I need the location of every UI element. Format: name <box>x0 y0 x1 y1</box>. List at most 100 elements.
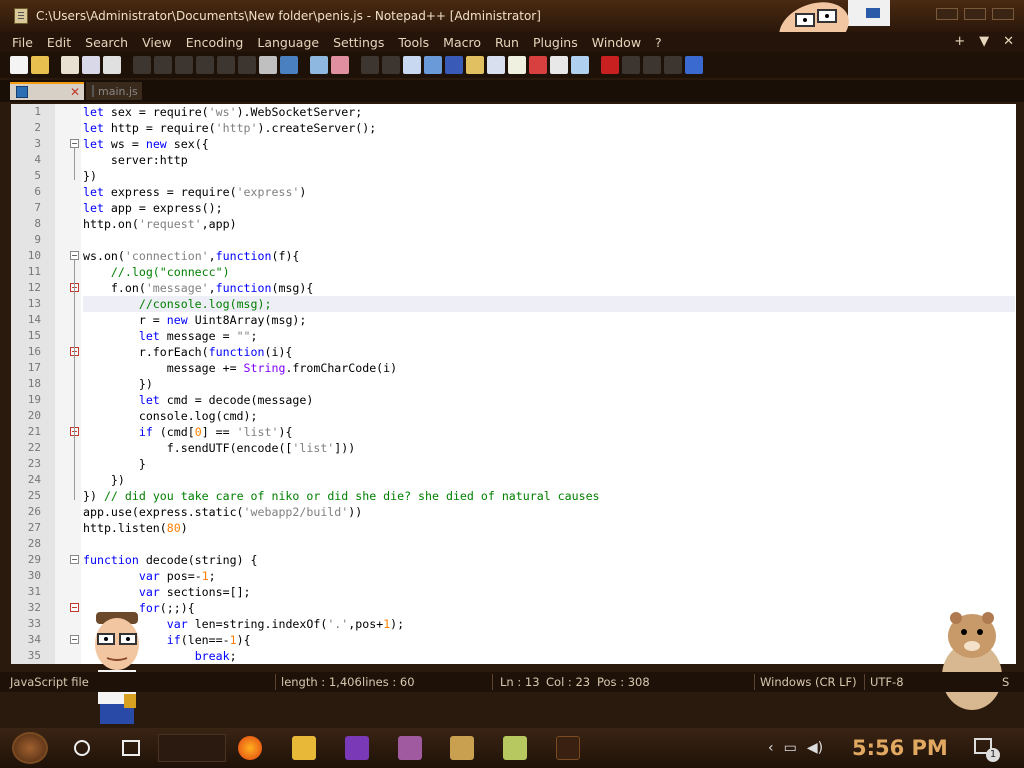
code-line[interactable]: break; <box>83 648 1015 664</box>
file-explorer-icon[interactable] <box>292 736 316 760</box>
code-line[interactable]: if (cmd[0] == 'list'){ <box>83 424 1015 440</box>
code-editor[interactable]: 1 2 3 4 5 6 7 8 9 10 11 12 13 14 15 16 17 18 19 20 21 22 23 24 2… <box>11 104 1016 664</box>
menu-edit[interactable]: Edit <box>47 35 71 50</box>
maximize-button[interactable] <box>964 8 986 20</box>
task-view-icon[interactable] <box>122 740 140 756</box>
replace-icon[interactable] <box>259 56 277 74</box>
menu-search[interactable]: Search <box>85 35 128 50</box>
code-line[interactable]: let sex = require('ws').WebSocketServer; <box>83 104 1015 120</box>
copy-icon[interactable] <box>154 56 172 74</box>
bookmark-icon[interactable] <box>280 56 298 74</box>
code-line[interactable]: }) <box>83 472 1015 488</box>
code-line[interactable] <box>83 536 1015 552</box>
code-line[interactable]: console.log(cmd); <box>83 408 1015 424</box>
code-line[interactable]: let cmd = decode(message) <box>83 392 1015 408</box>
save-macro-icon[interactable] <box>685 56 703 74</box>
fold-toggle-icon[interactable] <box>70 251 79 260</box>
code-line[interactable]: //.log("connecc") <box>83 264 1015 280</box>
code-line[interactable]: var pos=-1; <box>83 568 1015 584</box>
user-language-icon[interactable] <box>466 56 484 74</box>
code-line[interactable]: http.listen(80) <box>83 520 1015 536</box>
new-tab-button[interactable]: + <box>954 34 965 49</box>
media-app-icon[interactable] <box>556 736 580 760</box>
window-controls[interactable] <box>936 8 1014 20</box>
code-line[interactable]: let app = express(); <box>83 200 1015 216</box>
indent-guide-icon[interactable] <box>445 56 463 74</box>
code-line[interactable]: }) <box>83 376 1015 392</box>
clock[interactable]: 5:56 PM <box>852 736 948 760</box>
close-button[interactable] <box>992 8 1014 20</box>
code-line[interactable]: if(len==-1){ <box>83 632 1015 648</box>
tab-penis-js[interactable]: ✕ <box>10 82 84 100</box>
code-line[interactable]: let ws = new sex({ <box>83 136 1015 152</box>
chevron-up-icon[interactable]: ‹ <box>768 740 774 756</box>
code-line[interactable]: for(;;){ <box>83 600 1015 616</box>
tab-main-js[interactable]: main.js <box>86 82 142 100</box>
fold-margin[interactable] <box>55 104 81 664</box>
minimize-button[interactable] <box>936 8 958 20</box>
photo-app-icon[interactable] <box>450 736 474 760</box>
menu-encoding[interactable]: Encoding <box>186 35 244 50</box>
fold-toggle-icon[interactable] <box>70 603 79 612</box>
code-line[interactable] <box>83 232 1015 248</box>
search-box[interactable] <box>158 734 226 762</box>
code-line[interactable]: }) <box>83 168 1015 184</box>
fold-toggle-icon[interactable] <box>70 635 79 644</box>
code-line[interactable]: server:http <box>83 152 1015 168</box>
menu-tools[interactable]: Tools <box>398 35 429 50</box>
code-line[interactable]: let message = ""; <box>83 328 1015 344</box>
volume-icon[interactable]: ◀) <box>807 740 823 756</box>
paste-icon[interactable] <box>175 56 193 74</box>
firefox-icon[interactable] <box>238 736 262 760</box>
code-line[interactable]: ws.on('connection',function(f){ <box>83 248 1015 264</box>
code-line[interactable]: var len=string.indexOf('.',pos+1); <box>83 616 1015 632</box>
tab-list-dropdown[interactable]: ▼ <box>979 34 989 49</box>
document-map-icon[interactable] <box>487 56 505 74</box>
game-app-icon[interactable] <box>398 736 422 760</box>
notepad-plus-plus-taskbar-icon[interactable] <box>503 736 527 760</box>
open-file-icon[interactable] <box>31 56 49 74</box>
code-line[interactable]: http.on('request',app) <box>83 216 1015 232</box>
network-icon[interactable]: ▭ <box>784 740 797 756</box>
menu-help[interactable]: ? <box>655 35 662 50</box>
menu-language[interactable]: Language <box>257 35 319 50</box>
code-line[interactable]: message += String.fromCharCode(i) <box>83 360 1015 376</box>
sync-vertical-icon[interactable] <box>361 56 379 74</box>
word-wrap-icon[interactable] <box>403 56 421 74</box>
monitoring-icon[interactable] <box>571 56 589 74</box>
document-list-icon[interactable] <box>508 56 526 74</box>
fold-toggle-icon[interactable] <box>70 139 79 148</box>
sync-horizontal-icon[interactable] <box>382 56 400 74</box>
code-line[interactable]: r.forEach(function(i){ <box>83 344 1015 360</box>
code-line[interactable]: //console.log(msg); <box>83 296 1015 312</box>
code-line[interactable]: r = new Uint8Array(msg); <box>83 312 1015 328</box>
cut-icon[interactable] <box>133 56 151 74</box>
close-document-button[interactable]: ✕ <box>1003 34 1014 49</box>
code-line[interactable]: f.sendUTF(encode(['list'])) <box>83 440 1015 456</box>
code-line[interactable]: let express = require('express') <box>83 184 1015 200</box>
code-line[interactable]: app.use(express.static('webapp2/build')) <box>83 504 1015 520</box>
undo-icon[interactable] <box>196 56 214 74</box>
code-line[interactable]: var sections=[]; <box>83 584 1015 600</box>
new-file-icon[interactable] <box>10 56 28 74</box>
find-icon[interactable] <box>238 56 256 74</box>
folder-workspace-icon[interactable] <box>550 56 568 74</box>
fold-toggle-icon[interactable] <box>70 555 79 564</box>
visual-studio-icon[interactable] <box>345 736 369 760</box>
start-button[interactable] <box>12 732 48 764</box>
play-macro-icon[interactable] <box>643 56 661 74</box>
menu-run[interactable]: Run <box>495 35 519 50</box>
menu-plugins[interactable]: Plugins <box>533 35 578 50</box>
redo-icon[interactable] <box>217 56 235 74</box>
zoom-out-icon[interactable] <box>331 56 349 74</box>
save-icon[interactable] <box>61 56 79 74</box>
code-line[interactable]: f.on('message',function(msg){ <box>83 280 1015 296</box>
close-tab-icon[interactable]: ✕ <box>70 85 80 99</box>
stop-macro-icon[interactable] <box>622 56 640 74</box>
menu-file[interactable]: File <box>12 35 33 50</box>
code-line[interactable]: function decode(string) { <box>83 552 1015 568</box>
menu-settings[interactable]: Settings <box>333 35 384 50</box>
menu-macro[interactable]: Macro <box>443 35 481 50</box>
play-multiple-macro-icon[interactable] <box>664 56 682 74</box>
code-line[interactable]: } <box>83 456 1015 472</box>
